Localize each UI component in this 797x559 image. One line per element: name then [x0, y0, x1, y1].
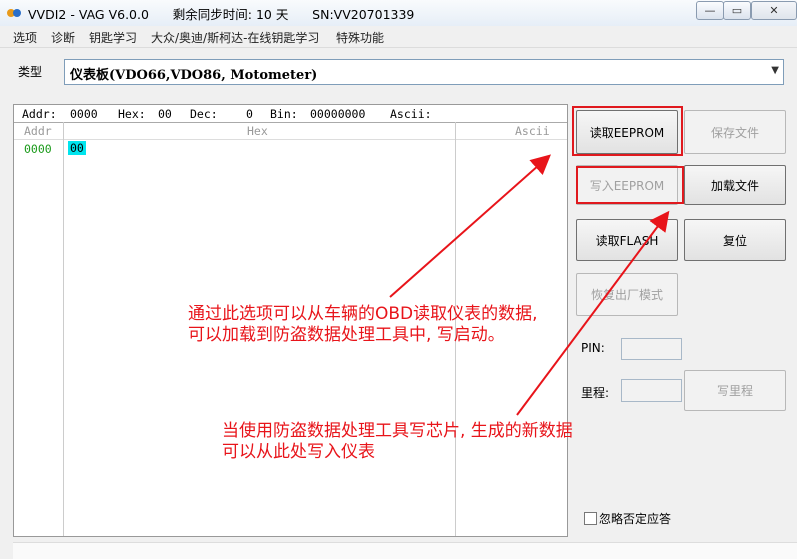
arrow-to-write-eeprom [516, 210, 670, 416]
annotation-write-eeprom: 当使用防盗数据处理工具写芯片, 生成的新数据 可以从此处写入仪表 [222, 421, 573, 462]
arrow-to-read-eeprom [389, 154, 551, 298]
annotation-arrows [389, 154, 670, 416]
annotation-read-eeprom: 通过此选项可以从车辆的OBD读取仪表的数据, 可以加载到防盗数据处理工具中, 写… [188, 304, 538, 345]
